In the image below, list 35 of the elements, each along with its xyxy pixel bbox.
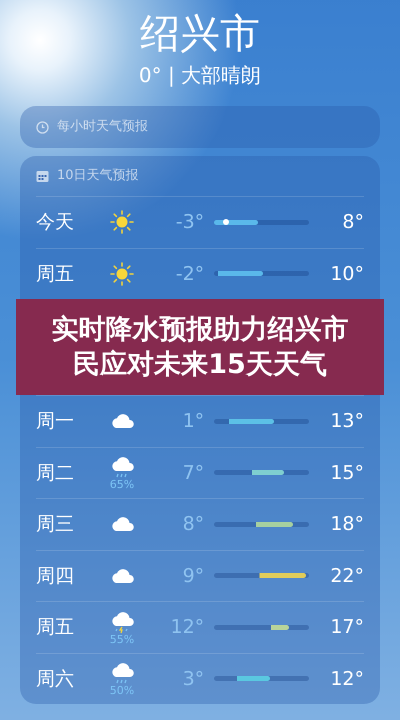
low-temperature: 1° [182,409,204,434]
panel-title: 10日天气预报 [57,167,139,186]
day-label: 周六 [36,666,75,692]
day-label: 周四 [36,564,75,588]
panel-title: 每小时天气预报 [57,118,148,136]
high-temperature: 17° [329,615,364,640]
high-temperature: 13° [329,409,364,434]
low-temperature: -3° [174,210,204,235]
sun-icon [110,262,134,286]
day-label: 周三 [36,512,75,537]
day-label: 周五 [36,615,75,640]
day-label: 周五 [36,262,75,286]
calendar-icon [36,170,49,182]
precipitation-chance: 65% [110,479,134,490]
sun-icon [110,210,134,234]
day-label: 今天 [36,210,75,235]
high-temperature: 10° [329,262,364,286]
city-name: 绍兴市 [139,10,261,54]
high-temperature: 15° [329,460,364,486]
current-temperature-dot [222,219,229,226]
high-temperature: 8° [341,210,364,235]
precipitation-chance: 55% [110,634,134,645]
headline: 实时降水预报助力绍兴市民应对未来15天天气 [50,312,350,382]
low-temperature: -2° [174,262,204,286]
low-temperature: 12° [169,615,204,640]
low-temperature: 9° [182,564,204,588]
low-temperature: 8° [182,512,204,537]
day-label: 周二 [36,460,75,486]
current-conditions: 0° | 大部晴朗 [138,62,262,89]
high-temperature: 22° [329,564,364,588]
low-temperature: 7° [182,460,204,486]
day-label: 周一 [36,409,75,434]
high-temperature: 18° [329,512,364,537]
clock-icon [36,120,49,134]
high-temperature: 12° [329,666,364,692]
